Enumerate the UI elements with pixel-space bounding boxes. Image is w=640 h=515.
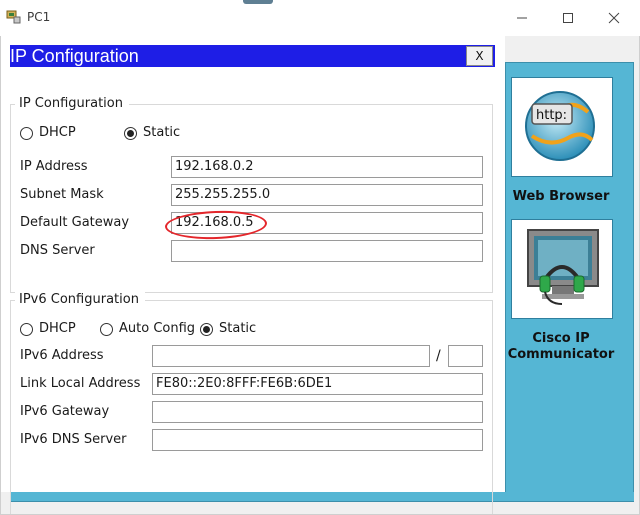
packet-tracer-pc-icon	[6, 10, 21, 24]
maximize-icon	[563, 13, 573, 23]
window-title: PC1	[27, 10, 51, 24]
taskbar-sliver	[243, 0, 273, 4]
close-icon	[608, 12, 620, 24]
minimize-button[interactable]	[502, 6, 542, 30]
minimize-icon	[517, 17, 527, 19]
window-close-button[interactable]	[594, 6, 634, 30]
window-border	[0, 36, 640, 515]
window-titlebar	[0, 0, 640, 36]
maximize-button[interactable]	[548, 6, 588, 30]
